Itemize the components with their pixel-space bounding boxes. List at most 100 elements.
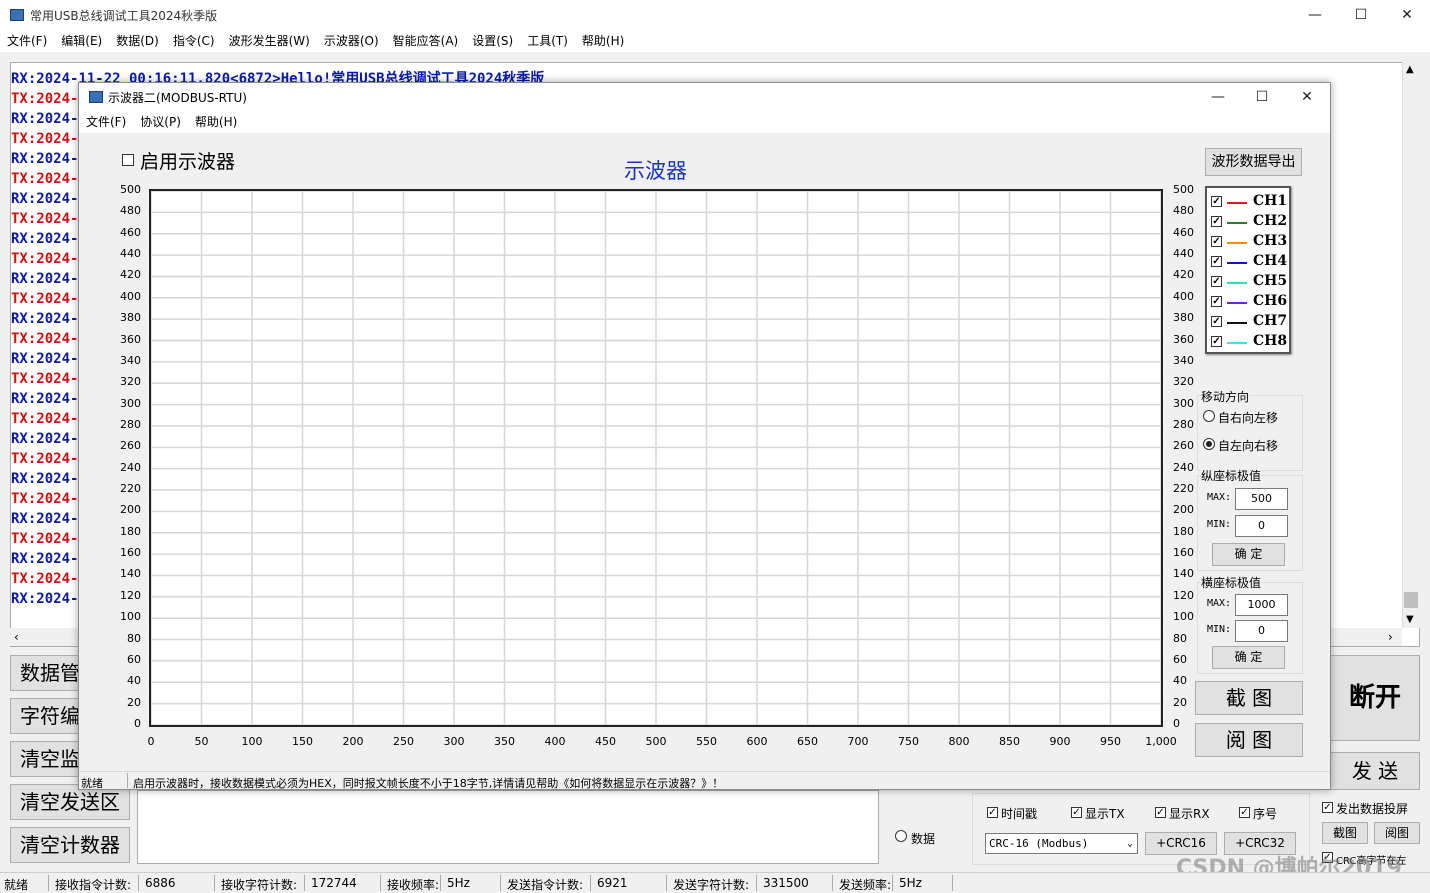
y-tick-label-left: 460 — [120, 225, 141, 239]
crc-type-select[interactable]: CRC-16 (Modbus) ⌄ — [985, 833, 1138, 854]
main-menu-item[interactable]: 波形发生器(W) — [222, 30, 317, 52]
scope-menu-item[interactable]: 帮助(H) — [188, 111, 244, 133]
x-tick-label: 600 — [746, 735, 768, 748]
send-button[interactable]: 发 送 — [1330, 752, 1420, 790]
scope-maximize-icon[interactable]: ☐ — [1239, 83, 1285, 111]
x-tick-label: 0 — [147, 735, 155, 748]
y-tick-label-right: 300 — [1173, 396, 1194, 410]
tx-freq-label: 发送频率: — [839, 878, 892, 892]
scope-menu-item[interactable]: 协议(P) — [133, 111, 188, 133]
scroll-left-icon[interactable]: ‹ — [14, 630, 19, 644]
main-menu-item[interactable]: 指令(C) — [166, 30, 222, 52]
disconnect-button[interactable]: 断开 — [1330, 655, 1420, 741]
channel-legend: ✓ CH1 ✓ CH2 ✓ CH3 ✓ CH4 ✓ CH5 ✓ CH6 ✓ CH7 ✓ CH8 — [1205, 186, 1291, 354]
y-tick-label-left: 480 — [120, 204, 141, 218]
scope-menu-item[interactable]: 文件(F) — [79, 111, 133, 133]
tx-freq-value: 5Hz — [899, 876, 922, 890]
channel-name: CH4 — [1253, 253, 1288, 269]
scope-close-icon[interactable]: ✕ — [1284, 83, 1330, 111]
x-min-input[interactable]: 0 — [1235, 620, 1288, 642]
clear-monitor-button[interactable]: 清空监 — [10, 741, 80, 777]
channel-color-swatch — [1227, 282, 1247, 284]
scroll-down-icon[interactable]: ▼ — [1406, 614, 1414, 625]
char-encode-button[interactable]: 字符编 — [10, 698, 80, 734]
x-tick-label: 750 — [898, 735, 919, 748]
log-vertical-scrollbar[interactable]: ▲ ▼ — [1402, 62, 1420, 628]
clear-counter-button[interactable]: 清空计数器 — [10, 827, 130, 863]
data-manage-button[interactable]: 数据管 — [10, 655, 80, 691]
scope-menu-bar: 文件(F) 协议(P) 帮助(H) — [79, 111, 1330, 133]
x-max-label: MAX: — [1207, 598, 1232, 609]
data-mode-radio[interactable] — [895, 830, 907, 842]
y-tick-label-right: 20 — [1173, 695, 1187, 709]
send-input-area[interactable] — [137, 790, 879, 864]
echo-checkbox[interactable]: ✓ — [1322, 802, 1333, 813]
y-tick-label-right: 220 — [1173, 482, 1194, 496]
close-icon[interactable]: ✕ — [1384, 0, 1430, 30]
scope-view-button[interactable]: 阅 图 — [1195, 723, 1303, 757]
channel-checkbox[interactable]: ✓ — [1211, 316, 1222, 327]
direction-ltr-radio[interactable] — [1203, 438, 1215, 450]
main-menu-item[interactable]: 设置(S) — [465, 30, 520, 52]
scroll-up-icon[interactable]: ▲ — [1406, 64, 1414, 75]
y-max-label: MAX: — [1207, 492, 1232, 503]
crc-type-value: CRC-16 (Modbus) — [989, 837, 1089, 850]
main-menu-item[interactable]: 帮助(H) — [575, 30, 631, 52]
channel-checkbox[interactable]: ✓ — [1211, 276, 1222, 287]
channel-name: CH3 — [1253, 233, 1288, 249]
y-max-input[interactable]: 500 — [1235, 488, 1288, 510]
y-min-input[interactable]: 0 — [1235, 515, 1288, 537]
direction-rtl-label: 自右向左移 — [1218, 411, 1279, 425]
channel-checkbox[interactable]: ✓ — [1211, 196, 1222, 207]
scope-title: 示波器二(MODBUS-RTU) — [108, 91, 247, 105]
scope-plot[interactable] — [149, 189, 1163, 727]
main-menu-item[interactable]: 编辑(E) — [54, 30, 109, 52]
y-tick-label-left: 420 — [120, 268, 141, 282]
y-min-label: MIN: — [1207, 519, 1232, 530]
channel-color-swatch — [1227, 302, 1247, 304]
main-menu-item[interactable]: 示波器(O) — [317, 30, 386, 52]
enable-scope-checkbox[interactable] — [122, 154, 134, 166]
main-title-bar: 常用USB总线调试工具2024秋季版 — ☐ ✕ — [0, 0, 1430, 30]
x-max-input[interactable]: 1000 — [1235, 594, 1288, 616]
x-tick-label: 700 — [847, 735, 869, 748]
show-rx-checkbox[interactable]: ✓ — [1155, 807, 1166, 818]
y-tick-label-left: 200 — [120, 503, 141, 517]
x-tick-label: 500 — [645, 735, 667, 748]
main-view-button[interactable]: 阅图 — [1374, 822, 1420, 844]
seq-checkbox[interactable]: ✓ — [1239, 807, 1250, 818]
channel-checkbox[interactable]: ✓ — [1211, 296, 1222, 307]
scroll-thumb[interactable] — [1404, 592, 1418, 608]
main-menu-item[interactable]: 智能应答(A) — [386, 30, 466, 52]
main-menu-bar: 文件(F) 编辑(E) 数据(D) 指令(C) 波形发生器(W) 示波器(O) 智能应答(A… — [0, 30, 1430, 52]
timestamp-checkbox[interactable]: ✓ — [987, 807, 998, 818]
channel-color-swatch — [1227, 262, 1247, 264]
channel-checkbox[interactable]: ✓ — [1211, 236, 1222, 247]
echo-label: 发出数据投屏 — [1336, 802, 1409, 816]
y-tick-label-left: 60 — [127, 652, 141, 666]
x-limits-ok-button[interactable]: 确 定 — [1212, 646, 1285, 669]
maximize-icon[interactable]: ☐ — [1338, 0, 1384, 30]
channel-checkbox[interactable]: ✓ — [1211, 336, 1222, 347]
main-screenshot-button[interactable]: 截图 — [1322, 822, 1368, 844]
seq-label: 序号 — [1253, 807, 1278, 821]
minimize-icon[interactable]: — — [1292, 0, 1338, 30]
direction-rtl-radio[interactable] — [1203, 410, 1215, 422]
main-menu-item[interactable]: 工具(T) — [520, 30, 575, 52]
show-tx-checkbox[interactable]: ✓ — [1071, 807, 1082, 818]
scope-capture-button[interactable]: 截 图 — [1195, 681, 1303, 715]
channel-checkbox[interactable]: ✓ — [1211, 216, 1222, 227]
y-tick-label-right: 120 — [1173, 588, 1194, 602]
scroll-right-icon[interactable]: › — [1388, 630, 1393, 644]
y-limits-ok-button[interactable]: 确 定 — [1212, 543, 1285, 566]
y-tick-label-right: 380 — [1173, 311, 1194, 325]
y-tick-label-right: 60 — [1173, 652, 1187, 666]
channel-checkbox[interactable]: ✓ — [1211, 256, 1222, 267]
scope-minimize-icon[interactable]: — — [1195, 83, 1241, 111]
y-tick-label-right: 260 — [1173, 439, 1194, 453]
main-menu-item[interactable]: 文件(F) — [0, 30, 54, 52]
channel-color-swatch — [1227, 342, 1247, 344]
scope-app-icon — [89, 91, 103, 103]
export-waveform-button[interactable]: 波形数据导出 — [1205, 148, 1302, 176]
main-menu-item[interactable]: 数据(D) — [109, 30, 166, 52]
